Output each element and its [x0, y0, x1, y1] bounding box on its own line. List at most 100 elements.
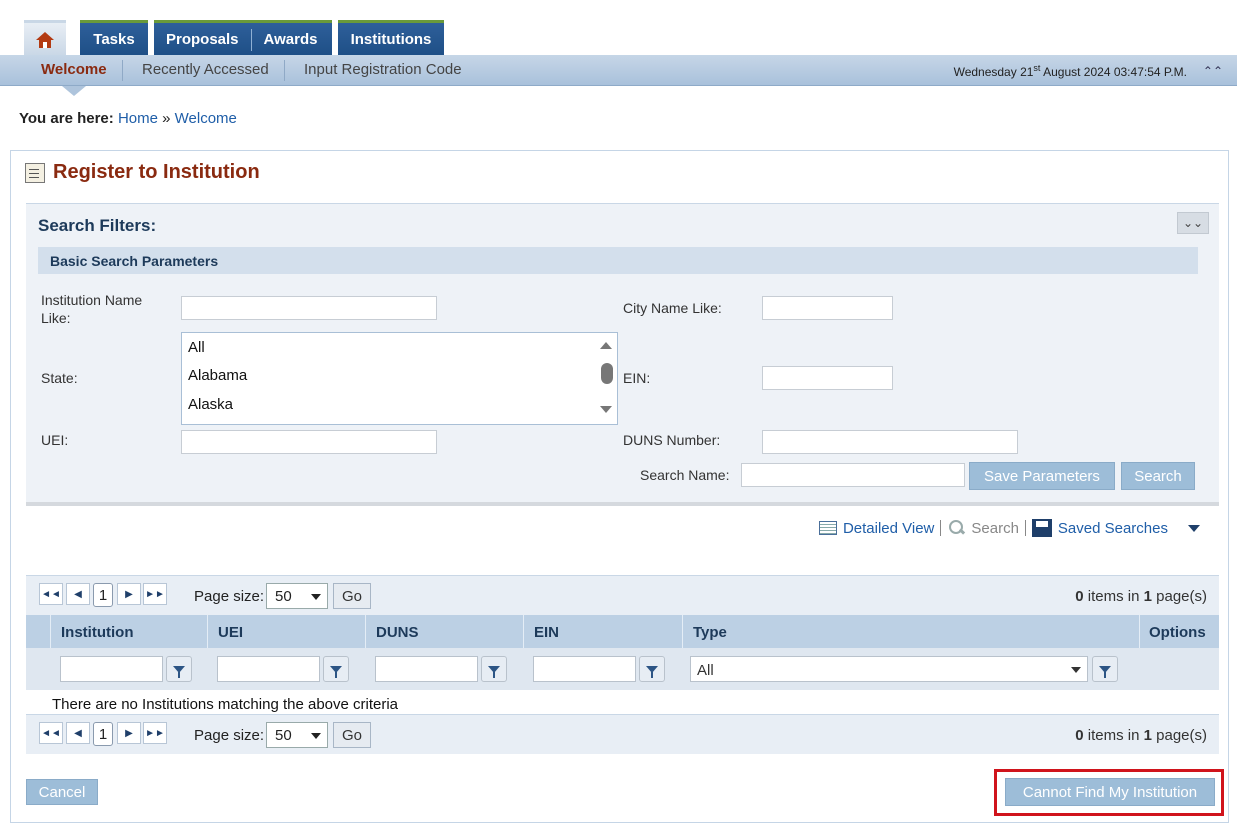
caret-down-icon[interactable]	[1188, 524, 1200, 532]
uei-input[interactable]	[181, 430, 437, 454]
type-filter-button[interactable]	[1092, 656, 1118, 682]
institution-filter-input[interactable]	[60, 656, 163, 682]
next-page-button[interactable]: ▶	[117, 583, 141, 605]
detailed-view-icon[interactable]	[818, 521, 837, 535]
notepad-icon	[25, 162, 45, 183]
first-page-button[interactable]: ◄◄	[39, 722, 63, 744]
collapse-up-icon[interactable]: ⌃⌃	[1203, 64, 1223, 78]
state-label: State:	[41, 370, 78, 386]
search-name-label: Search Name:	[640, 467, 730, 483]
go-button[interactable]: Go	[333, 722, 371, 748]
collapse-filters-button[interactable]: ⌄⌄	[1177, 212, 1209, 234]
page-title-text: Register to Institution	[53, 161, 260, 183]
state-option[interactable]: All	[188, 339, 205, 356]
next-page-button[interactable]: ▶	[117, 722, 141, 744]
grid-filter-row: All	[26, 648, 1219, 690]
floppy-disk-icon[interactable]	[1031, 519, 1052, 537]
tab-group-proposals-awards: Proposals Awards	[154, 20, 332, 56]
city-name-label: City Name Like:	[623, 300, 722, 316]
breadcrumb: You are here: Home » Welcome	[19, 110, 237, 127]
uei-label: UEI:	[41, 432, 69, 448]
page-size-label: Page size:	[194, 727, 265, 744]
filter-funnel-icon	[173, 665, 185, 678]
column-header-uei[interactable]: UEI	[218, 624, 243, 641]
listbox-scrollbar[interactable]	[601, 363, 613, 384]
toolbar-divider	[1024, 520, 1026, 536]
column-header-ein[interactable]: EIN	[534, 624, 559, 641]
scroll-up-arrow-icon[interactable]	[600, 342, 612, 349]
pager-top: ◄◄ ◀ 1 ▶ ►► Page size: 50 Go 0 items in …	[26, 575, 1219, 615]
current-page-number[interactable]: 1	[93, 722, 113, 746]
column-header-institution[interactable]: Institution	[61, 624, 133, 641]
sub-navigation: Welcome Recently Accessed Input Registra…	[0, 55, 1237, 96]
subnav-recently-accessed[interactable]: Recently Accessed	[142, 61, 269, 78]
institution-name-input[interactable]	[181, 296, 437, 320]
subnav-input-registration-code[interactable]: Input Registration Code	[304, 61, 462, 78]
column-header-type[interactable]: Type	[693, 624, 727, 641]
column-divider	[1139, 615, 1140, 648]
page-title: Register to Institution	[25, 161, 260, 184]
saved-searches-link[interactable]: Saved Searches	[1058, 520, 1168, 537]
column-divider	[682, 615, 683, 648]
detailed-view-link[interactable]: Detailed View	[843, 520, 934, 537]
breadcrumb-label: You are here:	[19, 110, 114, 127]
home-tab[interactable]	[24, 20, 66, 56]
search-icon[interactable]	[947, 519, 965, 537]
filter-funnel-icon	[330, 665, 342, 678]
uei-filter-input[interactable]	[217, 656, 320, 682]
subnav-welcome[interactable]: Welcome	[41, 61, 107, 78]
state-listbox[interactable]: All Alabama Alaska	[181, 332, 618, 425]
search-name-input[interactable]	[741, 463, 965, 487]
uei-filter-button[interactable]	[323, 656, 349, 682]
duns-filter-button[interactable]	[481, 656, 507, 682]
scroll-down-arrow-icon[interactable]	[600, 406, 612, 413]
current-datetime: Wednesday 21st August 2024 03:47:54 P.M.	[953, 63, 1187, 79]
ein-label: EIN:	[623, 370, 651, 386]
register-panel: Register to Institution Search Filters: …	[10, 150, 1229, 823]
ein-filter-button[interactable]	[639, 656, 665, 682]
institution-filter-button[interactable]	[166, 656, 192, 682]
duns-input[interactable]	[762, 430, 1018, 454]
state-option[interactable]: Alabama	[188, 367, 247, 384]
page-size-select[interactable]: 50	[266, 583, 328, 609]
type-filter-select[interactable]: All	[690, 656, 1088, 682]
pager-bottom: ◄◄ ◀ 1 ▶ ►► Page size: 50 Go 0 items in …	[26, 714, 1219, 754]
column-divider	[365, 615, 366, 648]
last-page-button[interactable]: ►►	[143, 583, 167, 605]
breadcrumb-home[interactable]: Home	[118, 110, 158, 127]
prev-page-button[interactable]: ◀	[66, 583, 90, 605]
column-divider	[207, 615, 208, 648]
page-size-select[interactable]: 50	[266, 722, 328, 748]
ein-input[interactable]	[762, 366, 893, 390]
duns-filter-input[interactable]	[375, 656, 478, 682]
search-filters: Search Filters: ⌄⌄ Basic Search Paramete…	[26, 203, 1219, 506]
prev-page-button[interactable]: ◀	[66, 722, 90, 744]
cannot-find-institution-button[interactable]: Cannot Find My Institution	[1005, 778, 1215, 806]
tab-proposals[interactable]: Proposals	[154, 31, 251, 48]
column-divider	[50, 615, 51, 648]
tab-institutions[interactable]: Institutions	[338, 20, 444, 56]
items-count: 0 items in 1 page(s)	[1075, 727, 1207, 744]
search-filters-heading: Search Filters:	[38, 216, 157, 235]
state-option[interactable]: Alaska	[188, 396, 233, 413]
breadcrumb-separator: »	[162, 110, 171, 127]
breadcrumb-welcome[interactable]: Welcome	[175, 110, 237, 127]
tab-tasks[interactable]: Tasks	[80, 20, 148, 56]
current-page-number[interactable]: 1	[93, 583, 113, 607]
cancel-button[interactable]: Cancel	[26, 779, 98, 805]
toolbar-search-link[interactable]: Search	[971, 520, 1019, 537]
last-page-button[interactable]: ►►	[143, 722, 167, 744]
column-header-duns[interactable]: DUNS	[376, 624, 419, 641]
ein-filter-input[interactable]	[533, 656, 636, 682]
page-size-label: Page size:	[194, 588, 265, 605]
city-name-input[interactable]	[762, 296, 893, 320]
highlight-box: Cannot Find My Institution	[994, 769, 1224, 816]
search-button[interactable]: Search	[1121, 462, 1195, 490]
go-button[interactable]: Go	[333, 583, 371, 609]
first-page-button[interactable]: ◄◄	[39, 583, 63, 605]
no-results-message: There are no Institutions matching the a…	[52, 696, 399, 713]
filter-funnel-icon	[1099, 665, 1111, 678]
subnav-divider	[284, 60, 285, 81]
save-parameters-button[interactable]: Save Parameters	[969, 462, 1115, 490]
tab-awards[interactable]: Awards	[252, 31, 330, 48]
